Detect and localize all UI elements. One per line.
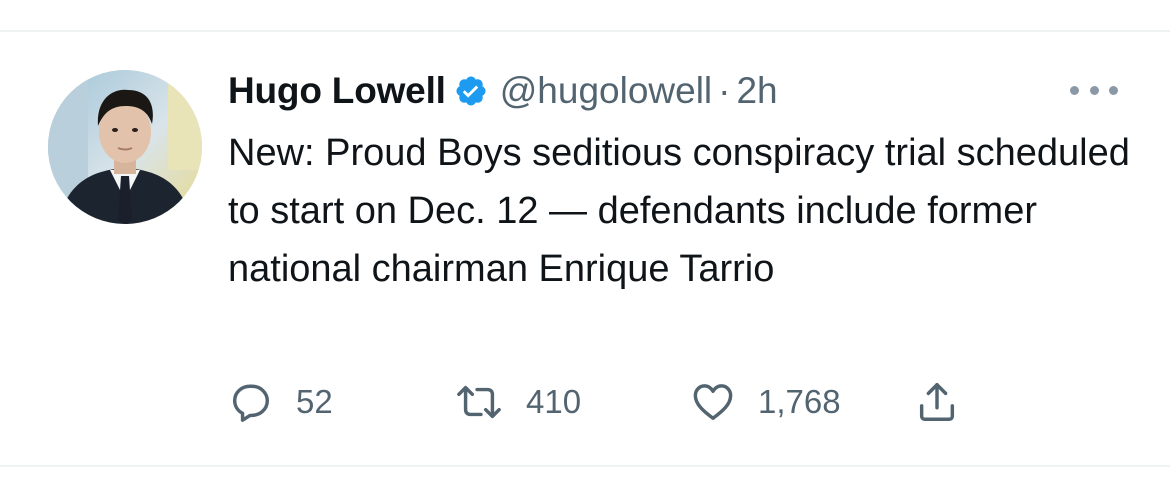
reply-icon xyxy=(228,379,274,425)
more-dot xyxy=(1109,85,1118,95)
author-handle[interactable]: @hugolowell xyxy=(500,70,712,112)
heart-icon xyxy=(690,379,736,425)
share-icon xyxy=(914,379,960,425)
reply-count: 52 xyxy=(296,383,333,420)
tweet-header: Hugo Lowell @hugolowell · 2h xyxy=(228,66,778,116)
tweet-timestamp[interactable]: 2h xyxy=(736,70,777,112)
more-dot xyxy=(1070,85,1079,95)
reply-button[interactable]: 52 xyxy=(228,377,333,427)
retweet-button[interactable]: 410 xyxy=(454,377,581,427)
verified-badge-icon xyxy=(454,74,488,108)
retweet-count: 410 xyxy=(526,383,582,420)
separator-dot: · xyxy=(718,70,731,111)
more-options-icon[interactable] xyxy=(1070,80,1118,100)
share-button[interactable] xyxy=(914,377,960,427)
like-button[interactable]: 1,768 xyxy=(690,377,841,427)
like-count: 1,768 xyxy=(758,383,841,420)
author-name[interactable]: Hugo Lowell xyxy=(228,70,446,112)
tweet[interactable]: Hugo Lowell @hugolowell · 2h New: Proud … xyxy=(0,32,1170,465)
tweet-text: New: Proud Boys seditious conspiracy tri… xyxy=(228,132,1130,290)
tweet-actions: 52 410 1,768 xyxy=(228,377,1008,427)
avatar-photo xyxy=(48,70,202,224)
more-dot xyxy=(1089,85,1099,95)
bottom-divider xyxy=(0,465,1170,467)
retweet-icon xyxy=(454,379,504,425)
avatar[interactable] xyxy=(48,70,202,224)
